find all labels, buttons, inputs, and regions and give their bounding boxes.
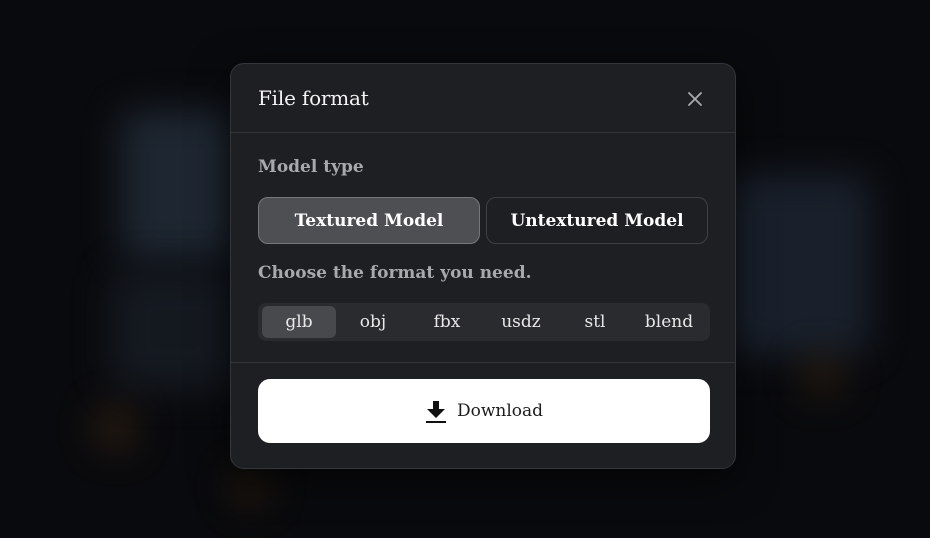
format-option-stl[interactable]: stl <box>558 306 632 338</box>
format-option-blend[interactable]: blend <box>632 306 706 338</box>
format-option-fbx[interactable]: fbx <box>410 306 484 338</box>
untextured-model-button[interactable]: Untextured Model <box>486 197 708 244</box>
dialog-header: File format <box>231 64 735 133</box>
model-type-label: Model type <box>258 157 364 177</box>
footer-divider <box>231 362 735 363</box>
close-button[interactable] <box>685 89 705 109</box>
background-blur-shape <box>110 270 240 390</box>
format-option-usdz[interactable]: usdz <box>484 306 558 338</box>
download-label: Download <box>456 401 544 421</box>
background-blur-shape <box>800 355 845 395</box>
dialog-title: File format <box>258 86 369 110</box>
format-option-obj[interactable]: obj <box>336 306 410 338</box>
background-blur-shape <box>720 175 870 355</box>
background-blur-shape <box>230 470 270 505</box>
format-option-glb[interactable]: glb <box>262 306 336 338</box>
textured-model-button[interactable]: Textured Model <box>258 197 480 244</box>
textured-model-label: Textured Model <box>294 210 444 231</box>
untextured-model-label: Untextured Model <box>510 210 684 231</box>
file-format-dialog: File format Model type Textured Model Un… <box>230 63 736 469</box>
download-icon <box>425 400 446 423</box>
background-blur-shape <box>95 405 135 450</box>
close-icon <box>688 92 702 106</box>
download-button[interactable]: Download <box>258 379 710 443</box>
background-blur-shape <box>120 110 240 260</box>
format-label: Choose the format you need. <box>258 263 532 283</box>
format-segmented-control: glb obj fbx usdz stl blend <box>258 303 710 341</box>
